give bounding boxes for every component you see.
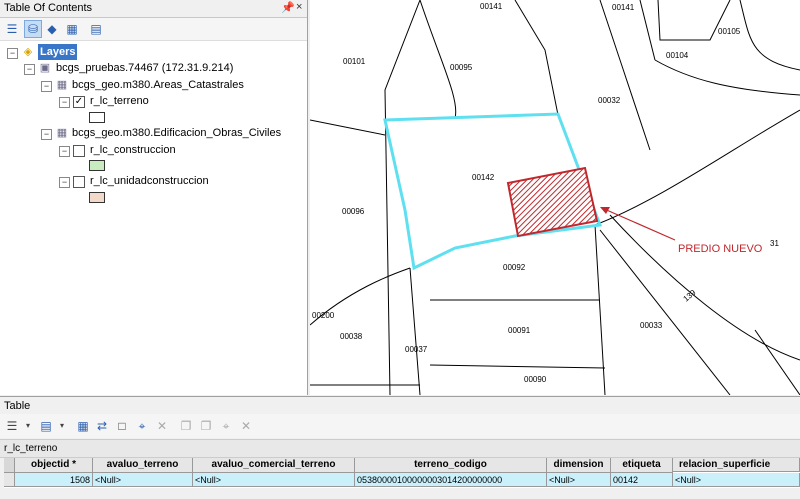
dropdown-arrow-icon[interactable]: ▾: [20, 418, 36, 434]
layer2-symbol-swatch[interactable]: [89, 160, 105, 171]
parcel-label: 00141: [612, 3, 635, 12]
tree-layer-terreno[interactable]: r_lc_terreno: [90, 93, 149, 109]
toc-panel: Table Of Contents 📌 × ☰ ⛁ ◆ ▦ ▤ − ◈ Laye…: [0, 0, 308, 395]
parcel-label: 00092: [503, 263, 526, 272]
table-title: Table: [4, 400, 31, 412]
column-header[interactable]: terreno_codigo: [355, 458, 547, 473]
annotation-label: PREDIO NUEVO: [678, 243, 763, 255]
toc-title: Table Of Contents: [4, 2, 93, 14]
tree-group-edificacion[interactable]: bcgs_geo.m380.Edificacion_Obras_Civiles: [72, 125, 281, 141]
parcel-label: 00090: [524, 375, 547, 384]
row-selector[interactable]: [4, 473, 15, 487]
database-icon: ▣: [39, 62, 51, 74]
tree-server[interactable]: bcgs_pruebas.74467 (172.31.9.214): [56, 60, 233, 76]
clear-selection-icon[interactable]: □: [114, 418, 130, 434]
dropdown-arrow-icon[interactable]: ▾: [54, 418, 70, 434]
zoom-icon[interactable]: ⌖: [218, 418, 234, 434]
close-icon[interactable]: ×: [296, 1, 302, 13]
delete-selected-icon[interactable]: ✕: [154, 418, 170, 434]
parcel-label: 00104: [666, 51, 689, 60]
layer2-checkbox[interactable]: [73, 145, 85, 157]
tree-layer-unidadconstruccion[interactable]: r_lc_unidadconstruccion: [90, 173, 209, 189]
cell-avaluo-terreno[interactable]: <Null>: [93, 473, 193, 487]
column-header[interactable]: etiqueta: [611, 458, 673, 473]
parcel-label: 00032: [598, 96, 621, 105]
parcel-label: 00142: [472, 173, 495, 182]
group-layer-icon: ▦: [56, 127, 68, 139]
root-expander[interactable]: −: [7, 48, 18, 59]
cell-relacion-superficie[interactable]: <Null>: [673, 473, 800, 487]
table-layer-name: r_lc_terreno: [4, 443, 58, 454]
list-by-selection-icon[interactable]: ▦: [64, 21, 80, 37]
row-selector-header: [4, 458, 15, 473]
select-by-attributes-icon[interactable]: ▦: [75, 418, 91, 434]
parcel-label: 00038: [340, 332, 363, 341]
layer1-expander[interactable]: −: [59, 97, 70, 108]
toc-toolbar: ☰ ⛁ ◆ ▦ ▤: [0, 18, 307, 41]
parcel-label: 00141: [480, 2, 503, 11]
parcel-label: 00037: [405, 345, 428, 354]
attribute-grid: objectid * avaluo_terreno avaluo_comerci…: [4, 458, 800, 488]
layer1-checkbox[interactable]: ✓: [73, 96, 85, 108]
column-header[interactable]: avaluo_terreno: [93, 458, 193, 473]
table-title-bar: Table: [0, 396, 800, 414]
table-toolbar: ☰ ▾ ▤ ▾ ▦ ⇄ □ ⌖ ✕ ❐ ❐ ⌖ ✕: [0, 414, 800, 438]
pin-icon[interactable]: 📌: [281, 1, 295, 14]
switch-selection-icon[interactable]: ⇄: [94, 418, 110, 434]
paste-icon[interactable]: ❐: [198, 418, 214, 434]
layer1-symbol-swatch[interactable]: [89, 112, 105, 123]
annotation-arrow-line: [601, 207, 676, 241]
parcel-label: 00200: [312, 311, 335, 320]
parcel-label: 00095: [450, 63, 473, 72]
layer2-expander[interactable]: −: [59, 146, 70, 157]
related-tables-icon[interactable]: ▤: [38, 418, 54, 434]
group1-expander[interactable]: −: [41, 81, 52, 92]
parcel-label: 00091: [508, 326, 531, 335]
map-canvas[interactable]: 00141 00141 00105 00101 00095 00104 0003…: [310, 0, 800, 395]
copy-icon[interactable]: ❐: [178, 418, 194, 434]
cell-terreno-codigo[interactable]: 05380000100000003014200000000: [355, 473, 547, 487]
cell-objectid[interactable]: 1508: [15, 473, 93, 487]
parcel-label: 00101: [343, 57, 366, 66]
column-header[interactable]: relacion_superficie: [673, 458, 800, 472]
parcel-label: 00096: [342, 207, 365, 216]
table-tab[interactable]: r_lc_terreno: [0, 439, 800, 458]
road-label: 139: [682, 288, 698, 304]
zoom-to-selected-icon[interactable]: ⌖: [134, 418, 150, 434]
list-by-source-icon[interactable]: ⛁: [24, 20, 42, 38]
column-header[interactable]: dimension: [547, 458, 611, 473]
layers-icon: ◈: [23, 46, 33, 58]
toc-title-bar: Table Of Contents 📌 ×: [0, 0, 307, 18]
road-label: 31: [770, 239, 779, 248]
options-icon[interactable]: ▤: [88, 21, 104, 37]
list-by-visibility-icon[interactable]: ◆: [44, 21, 60, 37]
layer3-checkbox[interactable]: [73, 176, 85, 188]
parcel-label: 00033: [640, 321, 663, 330]
tree-root-layers[interactable]: Layers: [38, 44, 78, 60]
parcel-label: 00105: [718, 27, 741, 36]
tree-group-areas-catastrales[interactable]: bcgs_geo.m380.Areas_Catastrales: [72, 77, 244, 93]
status-strip: [0, 490, 800, 499]
list-by-drawing-order-icon[interactable]: ☰: [4, 21, 20, 37]
group-layer-icon: ▦: [56, 79, 68, 91]
table-options-icon[interactable]: ☰: [4, 418, 20, 434]
layer3-symbol-swatch[interactable]: [89, 192, 105, 203]
server-expander[interactable]: −: [24, 64, 35, 75]
group2-expander[interactable]: −: [41, 129, 52, 140]
delete-icon[interactable]: ✕: [238, 418, 254, 434]
column-header[interactable]: avaluo_comercial_terreno: [193, 458, 355, 473]
cell-avaluo-comercial[interactable]: <Null>: [193, 473, 355, 487]
layer3-expander[interactable]: −: [59, 177, 70, 188]
map-view[interactable]: 00141 00141 00105 00101 00095 00104 0003…: [310, 0, 800, 395]
cell-etiqueta[interactable]: 00142: [611, 473, 673, 487]
tree-layer-construccion[interactable]: r_lc_construccion: [90, 142, 176, 158]
column-header[interactable]: objectid *: [15, 458, 93, 473]
cell-dimension[interactable]: <Null>: [547, 473, 611, 487]
